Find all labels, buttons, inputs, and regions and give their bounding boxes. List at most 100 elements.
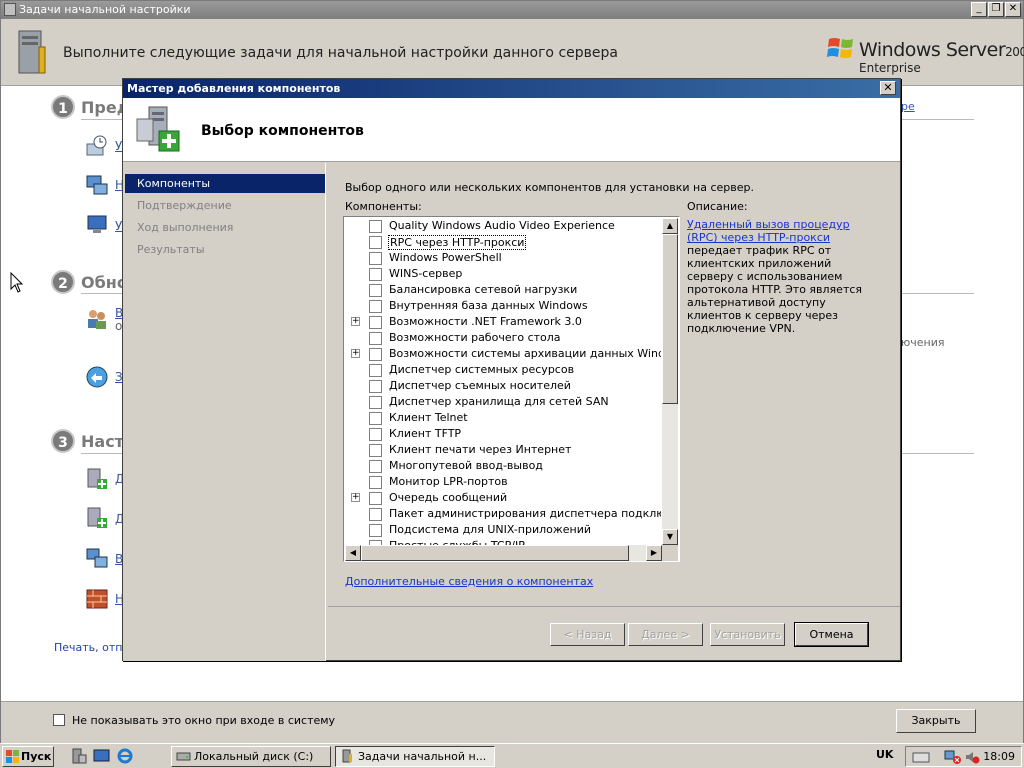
vertical-scroll-thumb[interactable] xyxy=(662,234,678,404)
component-row[interactable]: RPC через HTTP-прокси xyxy=(345,234,661,250)
network-warning-icon[interactable] xyxy=(944,749,962,765)
dont-show-checkbox[interactable] xyxy=(53,714,65,726)
scroll-left-arrow-icon[interactable]: ◀ xyxy=(345,545,361,561)
component-row[interactable]: Пакет администрирования диспетчера подкл… xyxy=(345,506,661,522)
component-label[interactable]: Пакет администрирования диспетчера подкл… xyxy=(388,507,661,520)
wizard-title-bar[interactable]: Мастер добавления компонентов ✕ xyxy=(123,79,900,98)
taskbar-item-initial-config[interactable]: Задачи начальной н... xyxy=(335,746,495,767)
component-row[interactable]: Возможности рабочего стола xyxy=(345,330,661,346)
next-button[interactable]: Далее > xyxy=(628,623,703,646)
dont-show-label[interactable]: Не показывать это окно при входе в систе… xyxy=(72,714,335,727)
more-info-link[interactable]: Дополнительные сведения о компонентах xyxy=(345,575,593,588)
expand-plus-icon[interactable]: + xyxy=(351,349,360,358)
component-label[interactable]: Диспетчер съемных носителей xyxy=(388,379,572,392)
component-checkbox[interactable] xyxy=(369,300,382,313)
component-checkbox[interactable] xyxy=(369,332,382,345)
component-label[interactable]: Возможности .NET Framework 3.0 xyxy=(388,315,583,328)
component-label[interactable]: Очередь сообщений xyxy=(388,491,508,504)
show-desktop-icon[interactable] xyxy=(93,748,110,764)
component-checkbox[interactable] xyxy=(369,476,382,489)
component-row[interactable]: + Возможности .NET Framework 3.0 xyxy=(345,314,661,330)
component-checkbox[interactable] xyxy=(369,364,382,377)
expand-plus-icon[interactable]: + xyxy=(351,317,360,326)
component-checkbox[interactable] xyxy=(369,396,382,409)
component-label[interactable]: Клиент печати через Интернет xyxy=(388,443,572,456)
restore-button[interactable]: ❐ xyxy=(988,2,1004,17)
internet-explorer-icon[interactable] xyxy=(117,748,134,764)
component-checkbox[interactable] xyxy=(369,428,382,441)
component-row[interactable]: Монитор LPR-портов xyxy=(345,474,661,490)
wizard-close-button[interactable]: ✕ xyxy=(880,81,896,95)
component-label[interactable]: RPC через HTTP-прокси xyxy=(388,235,527,250)
component-row[interactable]: Внутренняя база данных Windows xyxy=(345,298,661,314)
taskbar-item-local-disk[interactable]: Локальный диск (C:) xyxy=(171,746,331,767)
horizontal-scrollbar[interactable]: ◀ ▶ xyxy=(345,545,662,561)
nav-step-components[interactable]: Компоненты xyxy=(125,174,325,193)
component-checkbox[interactable] xyxy=(369,316,382,329)
language-indicator[interactable]: UK xyxy=(876,748,893,761)
component-checkbox[interactable] xyxy=(369,252,382,265)
component-row[interactable]: Диспетчер съемных носителей xyxy=(345,378,661,394)
keyboard-icon[interactable] xyxy=(912,750,930,764)
back-button[interactable]: < Назад xyxy=(550,623,625,646)
component-checkbox[interactable] xyxy=(369,220,382,233)
component-row[interactable]: + Очередь сообщений xyxy=(345,490,661,506)
component-label[interactable]: Многопутевой ввод-вывод xyxy=(388,459,544,472)
component-label[interactable]: Балансировка сетевой нагрузки xyxy=(388,283,578,296)
component-row[interactable]: Quality Windows Audio Video Experience xyxy=(345,218,661,234)
component-label[interactable]: WINS-сервер xyxy=(388,267,463,280)
close-window-button[interactable]: ✕ xyxy=(1005,2,1021,17)
component-label[interactable]: Монитор LPR-портов xyxy=(388,475,509,488)
component-label[interactable]: Клиент Telnet xyxy=(388,411,469,424)
description-link[interactable]: Удаленный вызов процедур (RPC) через HTT… xyxy=(687,218,850,244)
cancel-button[interactable]: Отмена xyxy=(794,622,869,647)
component-label[interactable]: Внутренняя база данных Windows xyxy=(388,299,589,312)
component-checkbox[interactable] xyxy=(369,460,382,473)
component-checkbox[interactable] xyxy=(369,412,382,425)
install-button[interactable]: Установить xyxy=(710,623,785,646)
component-row[interactable]: Диспетчер хранилища для сетей SAN xyxy=(345,394,661,410)
component-row[interactable]: Подсистема для UNIX-приложений xyxy=(345,522,661,538)
component-label[interactable]: Quality Windows Audio Video Experience xyxy=(388,219,616,232)
scroll-down-arrow-icon[interactable]: ▼ xyxy=(662,529,678,545)
component-label[interactable]: Диспетчер хранилища для сетей SAN xyxy=(388,395,610,408)
components-tree[interactable]: Quality Windows Audio Video Experience RP… xyxy=(343,216,680,562)
component-label[interactable]: Windows PowerShell xyxy=(388,251,503,264)
component-row[interactable]: WINS-сервер xyxy=(345,266,661,282)
component-row[interactable]: + Возможности системы архивации данных Wi… xyxy=(345,346,661,362)
component-checkbox[interactable] xyxy=(369,380,382,393)
component-label[interactable]: Клиент TFTP xyxy=(388,427,462,440)
clock[interactable]: 18:09 xyxy=(983,750,1015,763)
component-checkbox[interactable] xyxy=(369,444,382,457)
component-row[interactable]: Клиент Telnet xyxy=(345,410,661,426)
component-checkbox[interactable] xyxy=(369,492,382,505)
component-row[interactable]: Клиент TFTP xyxy=(345,426,661,442)
component-label[interactable]: Возможности системы архивации данных Win… xyxy=(388,347,661,360)
horizontal-scroll-thumb[interactable] xyxy=(361,545,629,561)
component-row[interactable]: Клиент печати через Интернет xyxy=(345,442,661,458)
minimize-button[interactable]: _ xyxy=(971,2,987,17)
component-checkbox[interactable] xyxy=(369,284,382,297)
component-row[interactable]: Windows PowerShell xyxy=(345,250,661,266)
component-checkbox[interactable] xyxy=(369,524,382,537)
scroll-up-arrow-icon[interactable]: ▲ xyxy=(662,218,678,234)
component-row[interactable]: Многопутевой ввод-вывод xyxy=(345,458,661,474)
component-label[interactable]: Подсистема для UNIX-приложений xyxy=(388,523,592,536)
server-manager-icon[interactable] xyxy=(70,748,87,764)
component-checkbox[interactable] xyxy=(369,348,382,361)
main-title-bar[interactable]: Задачи начальной настройки _ ❐ ✕ xyxy=(1,1,1023,19)
component-row[interactable]: Простые службы TCP/IP xyxy=(345,538,661,545)
component-checkbox[interactable] xyxy=(369,268,382,281)
component-label[interactable]: Возможности рабочего стола xyxy=(388,331,562,344)
start-button[interactable]: Пуск xyxy=(2,746,54,767)
component-checkbox[interactable] xyxy=(369,236,382,249)
scroll-right-arrow-icon[interactable]: ▶ xyxy=(646,545,662,561)
truncated-link[interactable]: ре xyxy=(901,100,915,113)
component-row[interactable]: Диспетчер системных ресурсов xyxy=(345,362,661,378)
expand-plus-icon[interactable]: + xyxy=(351,493,360,502)
close-button[interactable]: Закрыть xyxy=(896,709,976,733)
component-checkbox[interactable] xyxy=(369,508,382,521)
component-label[interactable]: Диспетчер системных ресурсов xyxy=(388,363,575,376)
volume-muted-icon[interactable] xyxy=(964,749,980,765)
component-row[interactable]: Балансировка сетевой нагрузки xyxy=(345,282,661,298)
